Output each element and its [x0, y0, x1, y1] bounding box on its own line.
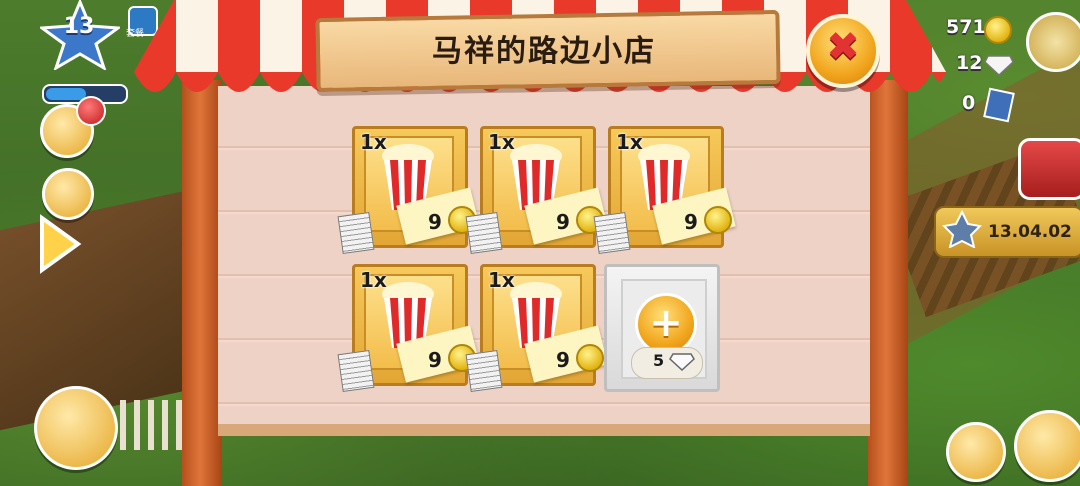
- stand-shelf: [218, 424, 870, 436]
- buy-slot[interactable]: + 5: [604, 264, 720, 392]
- newspaper-icon: [465, 349, 503, 393]
- coin-icon: [576, 344, 604, 372]
- coin-count: 571: [946, 16, 986, 38]
- price-value: 9: [556, 210, 570, 234]
- add-slot-button[interactable]: +: [635, 293, 697, 355]
- newspaper-icon: [337, 211, 375, 255]
- stand-post-left: [182, 80, 222, 486]
- derby-icon: [942, 210, 982, 248]
- newspaper-icon: [593, 211, 631, 255]
- shop-button[interactable]: [1026, 12, 1080, 72]
- xp-fill: [46, 88, 86, 100]
- quantity-label: 1x: [488, 268, 515, 292]
- stand-title: 马祥的路边小店: [432, 34, 656, 69]
- sale-slot-3[interactable]: 1x 9: [593, 126, 736, 255]
- friends-button[interactable]: [1014, 410, 1080, 482]
- quantity-label: 1x: [488, 130, 515, 154]
- coin-icon: [984, 16, 1012, 44]
- notification-badge: [76, 96, 106, 126]
- coin-icon: [704, 206, 732, 234]
- play-arrow-icon[interactable]: [38, 214, 82, 274]
- voucher-count: 0: [962, 92, 976, 114]
- price-value: 9: [428, 210, 442, 234]
- stand-post-right: [868, 80, 908, 486]
- rooster-button[interactable]: [946, 422, 1006, 482]
- gem-cost: 5: [653, 351, 665, 370]
- quantity-label: 1x: [360, 268, 387, 292]
- mail-button[interactable]: [42, 168, 94, 220]
- price-value: 9: [428, 348, 442, 372]
- diamond-icon: [984, 55, 1014, 76]
- newspaper-icon: [337, 349, 375, 393]
- sale-slot-5[interactable]: 1x 9: [465, 264, 608, 393]
- close-button[interactable]: ✖: [806, 14, 880, 88]
- events-button[interactable]: [1018, 138, 1080, 200]
- sale-slot-2[interactable]: 1x 9: [465, 126, 608, 255]
- cash-register-button[interactable]: [34, 386, 118, 470]
- plus-icon: +: [649, 300, 683, 346]
- sale-slot-4[interactable]: 1x 9: [337, 264, 480, 393]
- newspaper-icon: [465, 211, 503, 255]
- diamond-count: 12: [956, 52, 983, 74]
- price-value: 9: [684, 210, 698, 234]
- quantity-label: 1x: [616, 130, 643, 154]
- close-icon: ✖: [826, 24, 860, 70]
- diamond-icon: [669, 353, 695, 371]
- sale-slot-1[interactable]: 1x 9: [337, 126, 480, 255]
- level-number: 13: [63, 14, 95, 39]
- price-value: 9: [556, 348, 570, 372]
- timer-text: 13.04.02: [988, 222, 1072, 242]
- quantity-label: 1x: [360, 130, 387, 154]
